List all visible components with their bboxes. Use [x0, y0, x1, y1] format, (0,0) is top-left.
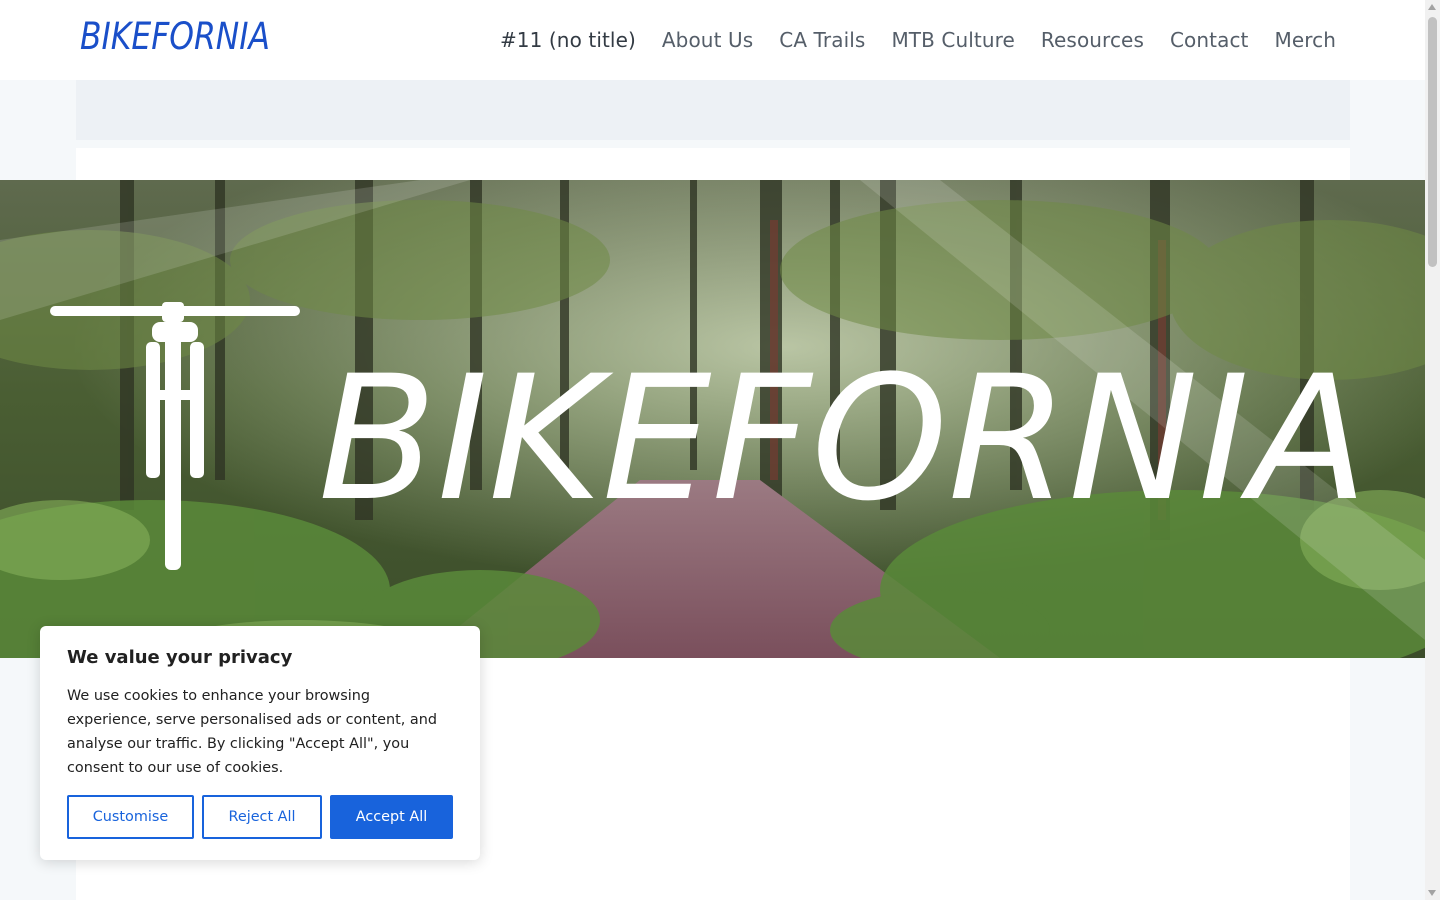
- page-title-band: [76, 80, 1350, 140]
- scroll-up-icon[interactable]: [1428, 4, 1436, 10]
- reject-all-button[interactable]: Reject All: [202, 795, 322, 839]
- hero-title: BIKEFORNIA: [318, 338, 1368, 539]
- accept-all-button[interactable]: Accept All: [330, 795, 453, 839]
- scroll-down-icon[interactable]: [1428, 890, 1436, 896]
- cookie-title: We value your privacy: [67, 647, 293, 668]
- cookie-description: We use cookies to enhance your browsing …: [67, 688, 437, 776]
- nav-item-contact[interactable]: Contact: [1170, 28, 1249, 52]
- nav-item-mtb-culture[interactable]: MTB Culture: [891, 28, 1014, 52]
- nav-item-about-us[interactable]: About Us: [662, 28, 753, 52]
- logo-graphic: BIKEFORNIA: [80, 15, 270, 56]
- page-scrollbar[interactable]: [1425, 0, 1440, 900]
- scroll-thumb[interactable]: [1428, 17, 1437, 267]
- main-nav: #11 (no title) About Us CA Trails MTB Cu…: [500, 24, 1336, 56]
- cookie-actions: Customise Reject All Accept All: [67, 795, 453, 839]
- hero-image: BIKEFORNIA: [0, 180, 1425, 658]
- site-logo[interactable]: BIKEFORNIA: [78, 14, 274, 56]
- nav-item-no-title[interactable]: #11 (no title): [500, 28, 636, 52]
- cookie-consent-banner: We value your privacy We use cookies to …: [40, 626, 480, 860]
- nav-item-resources[interactable]: Resources: [1041, 28, 1144, 52]
- hero-banner: BIKEFORNIA: [0, 180, 1425, 658]
- nav-item-merch[interactable]: Merch: [1274, 28, 1336, 52]
- nav-item-ca-trails[interactable]: CA Trails: [779, 28, 865, 52]
- customise-button[interactable]: Customise: [67, 795, 194, 839]
- logo-text: BIKEFORNIA: [80, 15, 270, 56]
- site-header: BIKEFORNIA #11 (no title) About Us CA Tr…: [0, 0, 1425, 80]
